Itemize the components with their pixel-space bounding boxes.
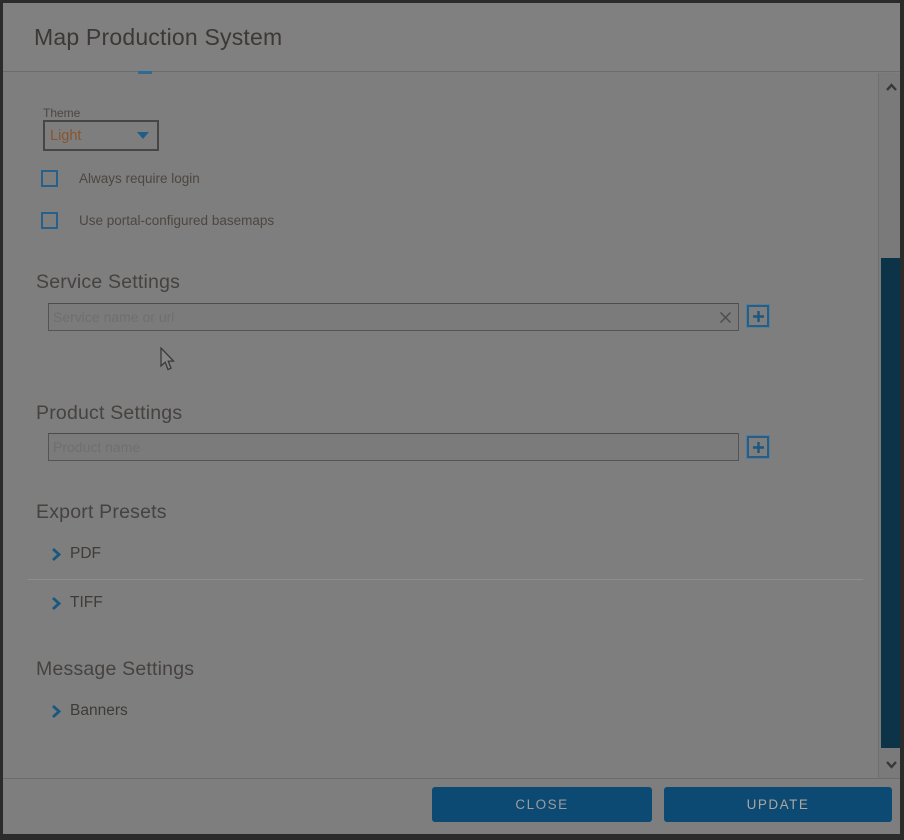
export-presets-heading: Export Presets [36,501,167,524]
mouse-cursor-icon [160,347,177,372]
service-name-input[interactable] [48,303,739,331]
plus-icon [752,441,765,454]
plus-icon [752,310,765,323]
scrollbar-thumb[interactable] [881,258,902,748]
clear-icon[interactable] [716,308,734,326]
service-settings-heading: Service Settings [36,271,180,294]
product-settings-heading: Product Settings [36,402,182,425]
banners-row[interactable]: Banners [51,702,128,720]
scroll-up-icon[interactable] [879,77,903,97]
dialog-title: Map Production System [34,24,282,51]
close-button[interactable]: CLOSE [432,787,652,822]
add-product-button[interactable] [747,436,769,458]
export-preset-pdf-label: PDF [70,545,101,563]
portal-basemaps-checkbox[interactable] [41,212,58,229]
theme-select[interactable]: Light [43,120,159,151]
portal-basemaps-label: Use portal-configured basemaps [79,213,274,228]
scrollbar[interactable] [878,73,902,778]
message-settings-heading: Message Settings [36,658,194,681]
portal-basemaps-row[interactable]: Use portal-configured basemaps [41,211,274,229]
map-production-system-dialog: Map Production System Theme Light Always… [0,0,904,840]
banners-label: Banners [70,702,128,720]
theme-label: Theme [43,106,80,120]
always-require-login-row[interactable]: Always require login [41,169,200,187]
chevron-right-icon [51,596,61,611]
footer-divider [3,778,900,779]
scroll-down-icon[interactable] [879,754,903,774]
chevron-right-icon [51,704,61,719]
always-require-login-label: Always require login [79,171,200,186]
dialog-header: Map Production System [3,3,900,72]
chevron-right-icon [51,547,61,562]
product-input-wrap [48,433,739,461]
export-preset-tiff-row[interactable]: TIFF [51,594,103,612]
always-require-login-checkbox[interactable] [41,170,58,187]
theme-select-value: Light [50,128,137,144]
service-input-wrap [48,303,739,331]
chevron-down-icon [137,132,149,139]
export-preset-pdf-row[interactable]: PDF [51,545,101,563]
product-name-input[interactable] [48,433,739,461]
export-preset-tiff-label: TIFF [70,594,103,612]
divider [28,579,863,580]
add-service-button[interactable] [747,305,769,327]
scrolled-content-fragment [138,71,152,74]
update-button[interactable]: UPDATE [664,787,892,822]
